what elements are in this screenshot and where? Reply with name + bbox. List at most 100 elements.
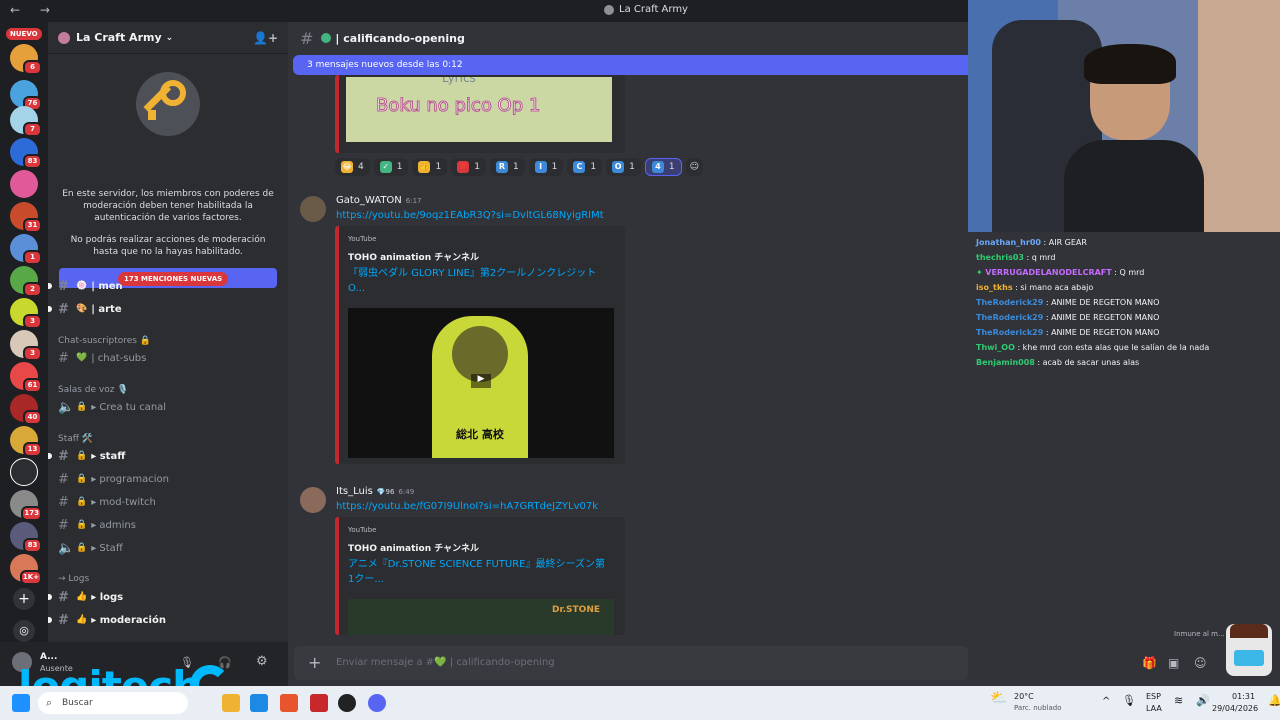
gif-icon[interactable]: ▣ — [1168, 656, 1179, 670]
app-icon[interactable] — [310, 694, 328, 712]
server-badge: 2 — [23, 282, 42, 297]
server-icon-11[interactable]: 61 — [10, 362, 42, 393]
channel-item[interactable]: # 🔒 ▸ staff — [48, 446, 288, 466]
discover-icon[interactable]: ◎ — [13, 620, 35, 642]
lang-layout[interactable]: LAA — [1146, 704, 1162, 713]
embed-author[interactable]: TOHO animation チャンネル — [348, 250, 479, 263]
invite-icon[interactable]: 👤+ — [253, 31, 278, 45]
clock-time[interactable]: 01:31 — [1232, 692, 1255, 701]
server-badge: 1 — [23, 250, 42, 265]
server-icon-6[interactable]: 31 — [10, 202, 42, 233]
category-header[interactable]: Chat-suscriptores 🔒 — [58, 336, 151, 346]
server-icon-16[interactable]: 83 — [10, 522, 42, 553]
sticker-icon[interactable]: ☺ — [1194, 656, 1207, 670]
windows-start-icon[interactable] — [12, 694, 30, 712]
channel-item[interactable]: # 🔒 ▸ programacion — [48, 469, 288, 489]
reaction-active[interactable]: 41 — [644, 158, 682, 176]
author-name[interactable]: Its_Luis — [336, 486, 373, 497]
reaction[interactable]: C1 — [567, 158, 603, 176]
channel-item[interactable]: # 💚 | chat-subs — [48, 348, 288, 368]
nav-arrows[interactable]: ← → — [10, 3, 58, 17]
server-icon-17[interactable]: 1K+ — [10, 554, 42, 585]
search-input[interactable]: ⌕ Buscar — [38, 692, 188, 714]
message-link[interactable]: https://youtu.be/9oqz1EAbR3Q?si=DvltGL68… — [336, 210, 604, 221]
chevron-up-icon[interactable]: ^ — [1102, 696, 1110, 707]
reaction[interactable]: O1 — [606, 158, 641, 176]
volume-icon[interactable]: 🔊 — [1196, 694, 1210, 707]
add-server-icon[interactable]: + — [13, 588, 35, 610]
video-thumbnail[interactable]: Lyrics Boku no pico Op 1 — [346, 77, 612, 142]
embed-title[interactable]: アニメ『Dr.STONE SCIENCE FUTURE』最終シーズン第1クー..… — [348, 557, 610, 587]
server-icon-12[interactable]: 40 — [10, 394, 42, 425]
wifi-icon[interactable]: ≋ — [1174, 694, 1183, 707]
category-header[interactable]: → Logs — [58, 574, 89, 584]
channel-item[interactable]: # 👍 ▸ logs — [48, 587, 288, 607]
reaction[interactable]: I1 — [528, 158, 564, 176]
microphone-icon[interactable]: 🎙 — [1122, 694, 1136, 707]
server-icon-9[interactable]: 3 — [10, 298, 42, 329]
notification-icon[interactable]: 🔔 — [1268, 694, 1280, 707]
app-icon[interactable] — [338, 694, 356, 712]
server-icon-2[interactable]: 76 — [10, 80, 42, 111]
hash-icon: # — [58, 612, 69, 628]
server-icon-14[interactable] — [10, 458, 38, 486]
weather-temp[interactable]: 20°C — [1014, 692, 1034, 701]
channel-item[interactable]: # 🎨 | arte — [48, 299, 288, 319]
reaction[interactable]: 💯 1 — [451, 158, 486, 176]
video-thumbnail[interactable]: 総北 高校 ▶ — [348, 308, 614, 458]
embed-provider[interactable]: YouTube — [348, 526, 376, 534]
mentions-badge[interactable]: 173 MENCIONES NUEVAS — [118, 272, 229, 286]
channel-item[interactable]: # 🔒 ▸ admins — [48, 515, 288, 535]
hash-icon: # — [300, 28, 314, 48]
embed-provider[interactable]: YouTube — [348, 235, 376, 243]
message-composer[interactable]: + Enviar mensaje a #💚 | calificando-open… — [294, 646, 968, 680]
clock-date[interactable]: 29/04/2026 — [1212, 704, 1258, 713]
channel-name: | chat-subs — [91, 352, 147, 364]
server-icon-15[interactable]: 173 — [10, 490, 42, 521]
server-icon-10[interactable]: 3 — [10, 330, 42, 361]
channel-item[interactable]: # 🔒 ▸ mod-twitch — [48, 492, 288, 512]
add-reaction-icon[interactable]: ☺ — [685, 158, 703, 176]
server-icon-13[interactable]: 13 — [10, 426, 42, 457]
green-heart-icon — [321, 33, 332, 43]
embed-title[interactable]: 『弱虫ペダル GLORY LINE』第2クールノンクレジットO... — [348, 266, 610, 296]
add-attachment-icon[interactable]: + — [308, 653, 321, 672]
discord-icon[interactable] — [368, 694, 386, 712]
category-header[interactable]: Salas de voz 🎙️ — [58, 385, 129, 395]
server-badge: 13 — [23, 442, 42, 457]
channel-emoji: 🔒 — [76, 451, 88, 461]
new-messages-bar[interactable]: 3 mensajes nuevos desde las 0:12 — [293, 55, 968, 75]
chat-area: # | calificando-opening 3 mensajes nuevo… — [288, 22, 968, 686]
embed-author[interactable]: TOHO animation チャンネル — [348, 541, 479, 554]
channel-item[interactable]: # 👍 ▸ moderación — [48, 610, 288, 630]
server-icon-5[interactable] — [10, 170, 38, 198]
lang-code[interactable]: ESP — [1146, 692, 1161, 701]
app-icon[interactable] — [250, 694, 268, 712]
gift-icon[interactable]: 🎁 — [1142, 656, 1157, 670]
video-thumbnail[interactable]: Dr.STONE — [348, 599, 614, 635]
avatar[interactable] — [300, 196, 326, 222]
reaction[interactable]: 😂 4 — [335, 158, 370, 176]
category-header[interactable]: Staff 🛠️ — [58, 434, 93, 444]
server-icon-1[interactable]: 6 — [10, 44, 42, 75]
stream-chat-line: TheRoderick29 : ANIME DE REGETON MANO — [976, 298, 1160, 307]
timestamp: 6:49 — [398, 487, 415, 496]
server-header[interactable]: La Craft Army ⌄ 👤+ — [48, 22, 288, 54]
reaction[interactable]: 👍 1 — [412, 158, 448, 176]
message-link[interactable]: https://youtu.be/fG07I9UlnoI?si=hA7GRTde… — [336, 501, 598, 512]
speaker-icon: 🔈 — [58, 399, 75, 415]
brave-icon[interactable] — [280, 694, 298, 712]
reaction[interactable]: ✓ 1 — [373, 158, 409, 176]
file-explorer-icon[interactable] — [222, 694, 240, 712]
avatar[interactable] — [300, 487, 326, 513]
server-icon-7[interactable]: 1 — [10, 234, 42, 265]
reaction[interactable]: R1 — [489, 158, 525, 176]
server-icon-8[interactable]: 2 — [10, 266, 42, 297]
voice-channel-item[interactable]: 🔈 🔒 ▸ Crea tu canal — [48, 397, 288, 417]
play-icon[interactable]: ▶ — [471, 374, 491, 388]
voice-channel-item[interactable]: 🔈 🔒 ▸ Staff — [48, 538, 288, 558]
gear-icon[interactable]: ⚙ — [256, 654, 268, 669]
author-name[interactable]: Gato_WATON — [336, 195, 402, 206]
server-icon-3[interactable]: 7 — [10, 106, 42, 137]
server-icon-4[interactable]: 83 — [10, 138, 42, 169]
